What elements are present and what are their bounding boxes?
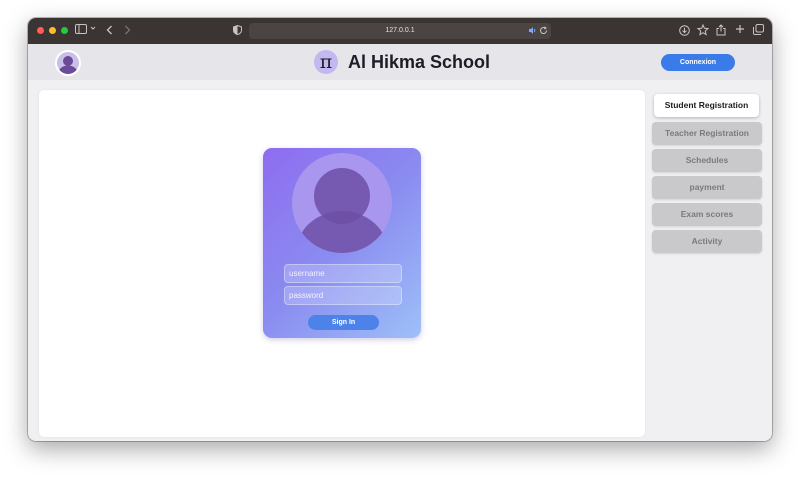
nav-item-teacher-registration[interactable]: Teacher Registration bbox=[652, 122, 762, 145]
star-icon[interactable] bbox=[697, 24, 709, 36]
login-card: Sign In bbox=[263, 148, 421, 338]
user-avatar-icon bbox=[59, 56, 77, 74]
browser-window: 127.0.0.1 π Al Hikma School Connexion us… bbox=[28, 18, 772, 441]
site-header: π Al Hikma School Connexion bbox=[28, 44, 772, 80]
main-panel: Sign In bbox=[39, 90, 645, 437]
page-title: Al Hikma School bbox=[348, 51, 491, 72]
url-text: 127.0.0.1 bbox=[385, 27, 415, 34]
password-input[interactable] bbox=[284, 286, 402, 305]
user-silhouette-icon bbox=[296, 168, 388, 253]
zoom-window-button[interactable] bbox=[61, 27, 68, 34]
privacy-shield-icon[interactable] bbox=[233, 25, 242, 35]
download-icon[interactable] bbox=[679, 25, 690, 36]
minimize-window-button[interactable] bbox=[49, 27, 56, 34]
nav-item-exam-scores[interactable]: Exam scores bbox=[652, 203, 762, 226]
share-icon[interactable] bbox=[716, 24, 726, 36]
nav-item-student-registration[interactable]: Student Registration bbox=[654, 94, 759, 117]
nav-item-payment[interactable]: payment bbox=[652, 176, 762, 199]
new-tab-plus-icon[interactable] bbox=[735, 24, 745, 34]
pi-logo-icon: π bbox=[314, 50, 338, 74]
sign-in-button[interactable]: Sign In bbox=[308, 315, 379, 330]
username-input[interactable] bbox=[284, 264, 402, 283]
close-window-button[interactable] bbox=[37, 27, 44, 34]
address-bar[interactable]: 127.0.0.1 bbox=[249, 23, 551, 39]
window-controls bbox=[37, 27, 68, 34]
sidebar-toggle-icon[interactable] bbox=[75, 24, 87, 34]
nav-item-activity[interactable]: Activity bbox=[652, 230, 762, 253]
browser-toolbar: 127.0.0.1 bbox=[28, 18, 772, 44]
back-arrow-icon[interactable] bbox=[106, 25, 113, 35]
tab-overview-icon[interactable] bbox=[753, 24, 764, 35]
page-content: π Al Hikma School Connexion Sign In Stud… bbox=[28, 44, 772, 441]
nav-item-schedules[interactable]: Schedules bbox=[652, 149, 762, 172]
avatar[interactable] bbox=[55, 50, 81, 76]
chevron-down-icon[interactable] bbox=[90, 25, 96, 31]
brand: π Al Hikma School bbox=[314, 49, 490, 75]
login-avatar bbox=[292, 153, 392, 253]
forward-arrow-icon[interactable] bbox=[124, 25, 131, 35]
speaker-icon[interactable] bbox=[528, 26, 537, 35]
connexion-button[interactable]: Connexion bbox=[661, 54, 735, 71]
reload-icon[interactable] bbox=[539, 26, 548, 35]
